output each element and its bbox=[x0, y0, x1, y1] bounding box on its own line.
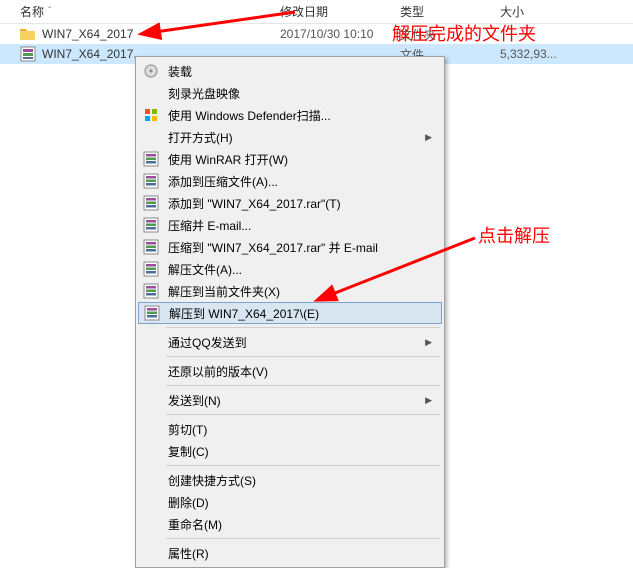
menu-item-label: 创建快捷方式(S) bbox=[168, 472, 442, 489]
menu-item-label: 属性(R) bbox=[168, 545, 442, 562]
none-icon bbox=[142, 420, 160, 438]
defender-icon bbox=[142, 106, 160, 124]
menu-item-label: 解压到 WIN7_X64_2017\(E) bbox=[169, 305, 441, 322]
file-list-header: 名称 ˇ 修改日期 类型 大小 bbox=[0, 0, 633, 24]
menu-item-label: 压缩并 E-mail... bbox=[168, 217, 442, 234]
menu-item[interactable]: 压缩并 E-mail... bbox=[138, 214, 442, 236]
none-icon bbox=[142, 333, 160, 351]
file-name: WIN7_X64_2017 bbox=[42, 27, 133, 41]
file-name: WIN7_X64_2017.... bbox=[42, 47, 147, 61]
winrar-icon bbox=[142, 238, 160, 256]
annotation-extract: 点击解压 bbox=[478, 222, 550, 248]
menu-item-label: 删除(D) bbox=[168, 494, 442, 511]
none-icon bbox=[142, 391, 160, 409]
menu-separator bbox=[166, 327, 440, 328]
menu-item-label: 发送到(N) bbox=[168, 392, 442, 409]
context-menu: 装载刻录光盘映像使用 Windows Defender扫描...打开方式(H)▶… bbox=[135, 56, 445, 568]
menu-separator bbox=[166, 465, 440, 466]
none-icon bbox=[142, 84, 160, 102]
menu-item-label: 解压到当前文件夹(X) bbox=[168, 283, 442, 300]
header-size[interactable]: 大小 bbox=[500, 3, 524, 20]
sort-indicator: ˇ bbox=[48, 6, 51, 17]
menu-item-label: 打开方式(H) bbox=[168, 129, 442, 146]
menu-item[interactable]: 使用 Windows Defender扫描... bbox=[138, 104, 442, 126]
winrar-icon bbox=[142, 260, 160, 278]
menu-item[interactable]: 发送到(N)▶ bbox=[138, 389, 442, 411]
winrar-icon bbox=[143, 304, 161, 322]
chevron-right-icon: ▶ bbox=[425, 395, 432, 406]
menu-item-label: 添加到 "WIN7_X64_2017.rar"(T) bbox=[168, 195, 442, 212]
menu-item-label: 使用 WinRAR 打开(W) bbox=[168, 151, 442, 168]
winrar-icon bbox=[142, 150, 160, 168]
none-icon bbox=[142, 128, 160, 146]
menu-item-label: 添加到压缩文件(A)... bbox=[168, 173, 442, 190]
menu-item[interactable]: 打开方式(H)▶ bbox=[138, 126, 442, 148]
menu-item[interactable]: 解压到当前文件夹(X) bbox=[138, 280, 442, 302]
menu-item[interactable]: 还原以前的版本(V) bbox=[138, 360, 442, 382]
menu-item-label: 复制(C) bbox=[168, 443, 442, 460]
header-type[interactable]: 类型 bbox=[400, 3, 424, 20]
file-size: 5,332,93... bbox=[500, 47, 557, 61]
menu-item[interactable]: 删除(D) bbox=[138, 491, 442, 513]
menu-item[interactable]: 使用 WinRAR 打开(W) bbox=[138, 148, 442, 170]
menu-item[interactable]: 重命名(M) bbox=[138, 513, 442, 535]
menu-item-label: 使用 Windows Defender扫描... bbox=[168, 107, 442, 124]
header-date[interactable]: 修改日期 bbox=[280, 3, 328, 20]
menu-item-label: 剪切(T) bbox=[168, 421, 442, 438]
menu-item[interactable]: 解压文件(A)... bbox=[138, 258, 442, 280]
menu-item[interactable]: 添加到 "WIN7_X64_2017.rar"(T) bbox=[138, 192, 442, 214]
none-icon bbox=[142, 493, 160, 511]
menu-separator bbox=[166, 385, 440, 386]
menu-item[interactable]: 解压到 WIN7_X64_2017\(E) bbox=[138, 302, 442, 324]
winrar-icon bbox=[142, 216, 160, 234]
chevron-right-icon: ▶ bbox=[425, 337, 432, 348]
menu-item-label: 还原以前的版本(V) bbox=[168, 363, 442, 380]
menu-item[interactable]: 添加到压缩文件(A)... bbox=[138, 170, 442, 192]
menu-item[interactable]: 复制(C) bbox=[138, 440, 442, 462]
winrar-icon bbox=[142, 172, 160, 190]
rar-icon bbox=[20, 46, 36, 62]
none-icon bbox=[142, 442, 160, 460]
menu-separator bbox=[166, 356, 440, 357]
chevron-right-icon: ▶ bbox=[425, 132, 432, 143]
menu-item-label: 解压文件(A)... bbox=[168, 261, 442, 278]
disc-icon bbox=[142, 62, 160, 80]
none-icon bbox=[142, 362, 160, 380]
menu-item[interactable]: 装载 bbox=[138, 60, 442, 82]
menu-separator bbox=[166, 538, 440, 539]
none-icon bbox=[142, 471, 160, 489]
none-icon bbox=[142, 544, 160, 562]
menu-item-label: 压缩到 "WIN7_X64_2017.rar" 并 E-mail bbox=[168, 239, 442, 256]
file-date: 2017/10/30 10:10 bbox=[280, 27, 373, 41]
menu-item[interactable]: 剪切(T) bbox=[138, 418, 442, 440]
menu-item-label: 装载 bbox=[168, 63, 442, 80]
menu-separator bbox=[166, 414, 440, 415]
menu-item[interactable]: 压缩到 "WIN7_X64_2017.rar" 并 E-mail bbox=[138, 236, 442, 258]
menu-item-label: 刻录光盘映像 bbox=[168, 85, 442, 102]
menu-item[interactable]: 通过QQ发送到▶ bbox=[138, 331, 442, 353]
menu-item[interactable]: 刻录光盘映像 bbox=[138, 82, 442, 104]
menu-item-label: 重命名(M) bbox=[168, 516, 442, 533]
file-row-folder[interactable]: WIN7_X64_2017 2017/10/30 10:10 文件夹 bbox=[0, 24, 633, 44]
menu-item[interactable]: 创建快捷方式(S) bbox=[138, 469, 442, 491]
winrar-icon bbox=[142, 194, 160, 212]
header-name[interactable]: 名称 bbox=[20, 3, 44, 20]
winrar-icon bbox=[142, 282, 160, 300]
none-icon bbox=[142, 515, 160, 533]
menu-item-label: 通过QQ发送到 bbox=[168, 334, 442, 351]
annotation-folder: 解压完成的文件夹 bbox=[392, 20, 536, 46]
folder-icon bbox=[20, 26, 36, 42]
menu-item[interactable]: 属性(R) bbox=[138, 542, 442, 564]
